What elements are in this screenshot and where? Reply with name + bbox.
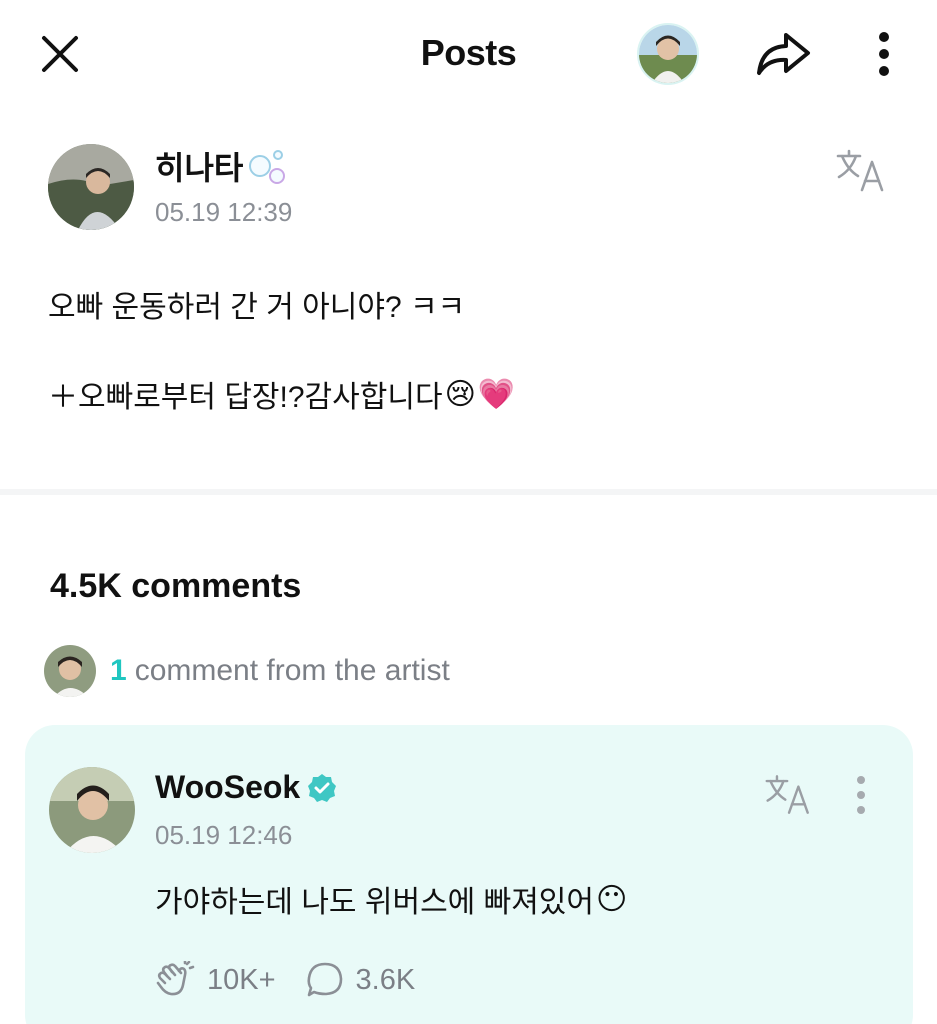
post-author[interactable]: 히나타 [155, 143, 289, 189]
comment-time: 05.19 12:46 [155, 820, 293, 850]
comment-author-name: WooSeok [155, 769, 301, 805]
comment-author[interactable]: WooSeok [155, 769, 338, 806]
comment-text-body: 가야하는데 나도 위버스에 빠져있어 [155, 886, 595, 919]
pink-heart-emoji: 💗 [477, 377, 516, 411]
translate-comment-button[interactable] [763, 773, 817, 817]
verified-badge-icon [308, 773, 337, 802]
post-author-name: 히나타 [155, 150, 244, 186]
reply-count: 3.6K [355, 963, 416, 996]
top-bar: Posts [0, 0, 937, 110]
more-options-button[interactable] [866, 28, 902, 80]
artist-avatar[interactable] [637, 23, 699, 85]
post-author-avatar[interactable] [48, 144, 134, 230]
applause-icon [156, 961, 195, 996]
post-text-line-2-text: ＋오빠로부터 답장!?감사합니다 [48, 381, 443, 414]
share-icon [757, 33, 810, 75]
artist-comment-label: comment from the artist [134, 654, 450, 687]
crying-face-emoji: 😢 [444, 377, 476, 411]
comments-count: 4.5K comments [50, 567, 302, 605]
comment-text: 가야하는데 나도 위버스에 빠져있어 😶 [155, 877, 627, 921]
comment-actions: 10K+ 3.6K [155, 961, 445, 999]
artist-comments-filter[interactable]: 1 comment from the artist [44, 645, 450, 697]
comment-more-button[interactable] [855, 775, 885, 819]
like-button[interactable]: 10K+ [155, 961, 276, 999]
section-divider [0, 489, 937, 495]
reply-button[interactable]: 3.6K [306, 961, 416, 999]
artist-comment-card: WooSeok 05.19 12:46 가야하는데 나도 위버스에 빠져있어 😶 [25, 725, 913, 1024]
more-vertical-icon [879, 32, 889, 76]
translate-icon [836, 149, 884, 192]
post-text-line-1: 오빠 운동하러 간 거 아니야? ㅋㅋ [48, 291, 466, 324]
like-count: 10K+ [207, 963, 276, 996]
artist-comment-count: 1 [110, 654, 127, 687]
no-mouth-face-emoji: 😶 [596, 882, 628, 916]
translate-icon [765, 775, 809, 814]
share-button[interactable] [752, 26, 814, 80]
artist-avatar-small [44, 645, 96, 697]
bubbles-icon [249, 150, 286, 184]
post-text-line-2: ＋오빠로부터 답장!?감사합니다 😢 💗 [48, 372, 515, 416]
comment-bubble-icon [306, 962, 342, 997]
translate-post-button[interactable] [834, 148, 892, 194]
more-vertical-icon [857, 776, 865, 814]
post-time: 05.19 12:39 [155, 197, 293, 227]
comment-author-avatar[interactable] [49, 767, 135, 853]
